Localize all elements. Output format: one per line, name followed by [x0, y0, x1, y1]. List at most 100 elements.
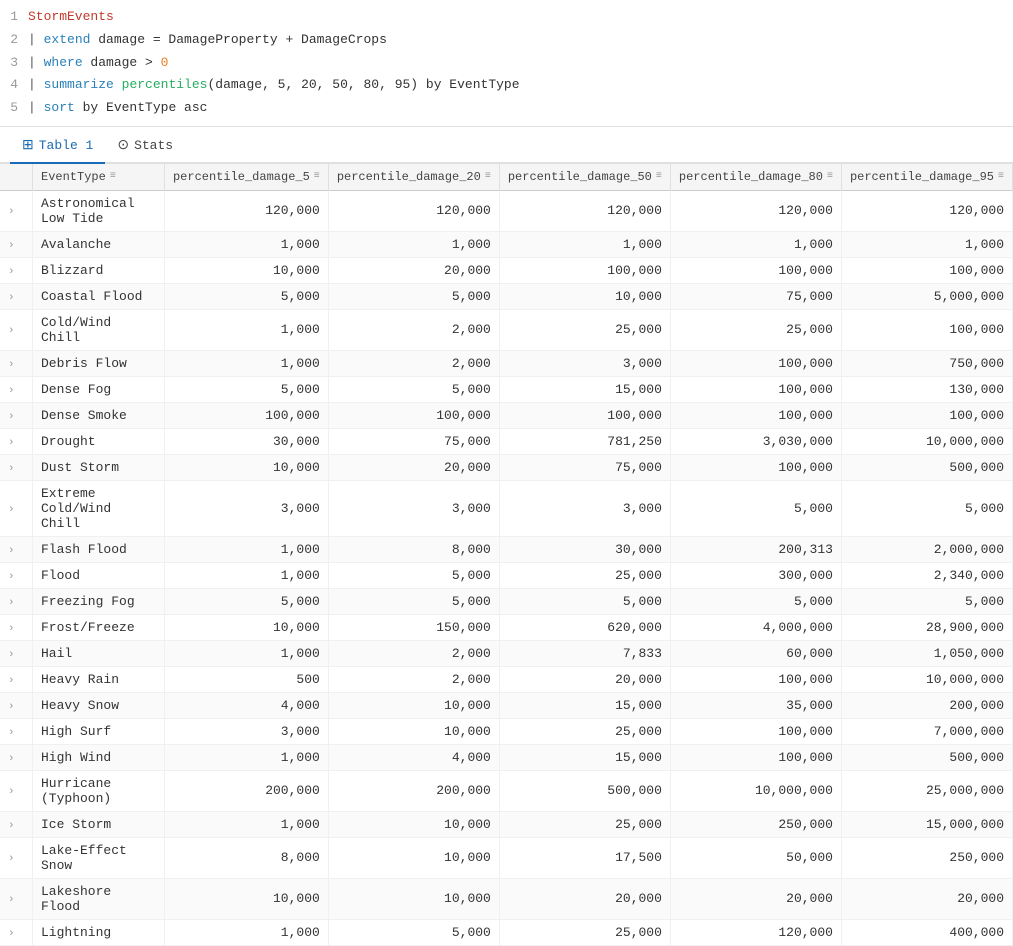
cell-numeric-0: 10,000	[164, 614, 328, 640]
table-row[interactable]: ›Dust Storm10,00020,00075,000100,000500,…	[0, 454, 1013, 480]
sort-icon: ≡	[998, 171, 1004, 182]
code-token: by EventType asc	[75, 100, 208, 115]
table-row[interactable]: ›Lakeshore Flood10,00010,00020,00020,000…	[0, 878, 1013, 919]
table-row[interactable]: ›Lightning1,0005,00025,000120,000400,000	[0, 919, 1013, 945]
row-expand[interactable]: ›	[0, 231, 33, 257]
table-row[interactable]: ›High Surf3,00010,00025,000100,0007,000,…	[0, 718, 1013, 744]
row-expand[interactable]: ›	[0, 692, 33, 718]
code-token: (damage, 5, 20, 50, 80, 95) by EventType	[207, 77, 519, 92]
col-header-percentile_damage_50[interactable]: percentile_damage_50≡	[499, 164, 670, 191]
row-expand[interactable]: ›	[0, 428, 33, 454]
table-row[interactable]: ›High Wind1,0004,00015,000100,000500,000	[0, 744, 1013, 770]
table-row[interactable]: ›Freezing Fog5,0005,0005,0005,0005,000	[0, 588, 1013, 614]
code-token: 0	[161, 55, 169, 70]
cell-numeric-2: 15,000	[499, 744, 670, 770]
row-expand[interactable]: ›	[0, 878, 33, 919]
table-row[interactable]: ›Heavy Snow4,00010,00015,00035,000200,00…	[0, 692, 1013, 718]
cell-numeric-1: 2,000	[328, 666, 499, 692]
cell-numeric-1: 150,000	[328, 614, 499, 640]
table-row[interactable]: ›Avalanche1,0001,0001,0001,0001,000	[0, 231, 1013, 257]
cell-numeric-0: 1,000	[164, 309, 328, 350]
table-row[interactable]: ›Drought30,00075,000781,2503,030,00010,0…	[0, 428, 1013, 454]
expand-icon: ›	[8, 623, 19, 635]
row-expand[interactable]: ›	[0, 562, 33, 588]
row-expand[interactable]: ›	[0, 454, 33, 480]
table-row[interactable]: ›Flood1,0005,00025,000300,0002,340,000	[0, 562, 1013, 588]
row-expand[interactable]: ›	[0, 919, 33, 945]
row-expand[interactable]: ›	[0, 614, 33, 640]
row-expand[interactable]: ›	[0, 402, 33, 428]
row-expand[interactable]: ›	[0, 480, 33, 536]
cell-numeric-0: 10,000	[164, 257, 328, 283]
row-expand[interactable]: ›	[0, 666, 33, 692]
expand-icon: ›	[8, 292, 19, 304]
table-row[interactable]: ›Frost/Freeze10,000150,000620,0004,000,0…	[0, 614, 1013, 640]
table-row[interactable]: ›Ice Storm1,00010,00025,000250,00015,000…	[0, 811, 1013, 837]
table-row[interactable]: ›Coastal Flood5,0005,00010,00075,0005,00…	[0, 283, 1013, 309]
row-expand[interactable]: ›	[0, 640, 33, 666]
row-expand[interactable]: ›	[0, 350, 33, 376]
col-header-EventType[interactable]: EventType≡	[33, 164, 165, 191]
row-expand[interactable]: ›	[0, 283, 33, 309]
col-header-percentile_damage_5[interactable]: percentile_damage_5≡	[164, 164, 328, 191]
table-container[interactable]: EventType≡percentile_damage_5≡percentile…	[0, 164, 1013, 946]
code-token: |	[28, 77, 44, 92]
cell-numeric-2: 25,000	[499, 562, 670, 588]
line-number: 4	[0, 75, 28, 96]
cell-event-type: Flood	[33, 562, 165, 588]
table-row[interactable]: ›Blizzard10,00020,000100,000100,000100,0…	[0, 257, 1013, 283]
col-header-percentile_damage_20[interactable]: percentile_damage_20≡	[328, 164, 499, 191]
line-number: 5	[0, 98, 28, 119]
row-expand[interactable]: ›	[0, 811, 33, 837]
cell-numeric-1: 4,000	[328, 744, 499, 770]
cell-numeric-4: 5,000	[841, 480, 1012, 536]
code-token: StormEvents	[28, 9, 114, 24]
row-expand[interactable]: ›	[0, 376, 33, 402]
cell-numeric-0: 4,000	[164, 692, 328, 718]
event-type-value: Blizzard	[41, 263, 103, 278]
cell-event-type: Lake-Effect Snow	[33, 837, 165, 878]
table-row[interactable]: ›Debris Flow1,0002,0003,000100,000750,00…	[0, 350, 1013, 376]
row-expand[interactable]: ›	[0, 190, 33, 231]
cell-event-type: Ice Storm	[33, 811, 165, 837]
cell-numeric-3: 10,000,000	[670, 770, 841, 811]
col-header-percentile_damage_80[interactable]: percentile_damage_80≡	[670, 164, 841, 191]
row-expand[interactable]: ›	[0, 770, 33, 811]
expand-icon: ›	[8, 571, 19, 583]
cell-numeric-2: 25,000	[499, 811, 670, 837]
row-expand[interactable]: ›	[0, 309, 33, 350]
cell-numeric-2: 3,000	[499, 480, 670, 536]
row-expand[interactable]: ›	[0, 744, 33, 770]
tab-stats[interactable]: ⊙Stats	[105, 131, 185, 164]
event-type-value: Hurricane (Typhoon)	[41, 776, 156, 806]
row-expand[interactable]: ›	[0, 536, 33, 562]
cell-numeric-4: 100,000	[841, 309, 1012, 350]
tab-icon-stats: ⊙	[117, 137, 129, 154]
table-row[interactable]: ›Cold/Wind Chill1,0002,00025,00025,00010…	[0, 309, 1013, 350]
table-row[interactable]: ›Hurricane (Typhoon)200,000200,000500,00…	[0, 770, 1013, 811]
row-expand[interactable]: ›	[0, 257, 33, 283]
table-row[interactable]: ›Hail1,0002,0007,83360,0001,050,000	[0, 640, 1013, 666]
cell-numeric-4: 100,000	[841, 257, 1012, 283]
table-row[interactable]: ›Astronomical Low Tide120,000120,000120,…	[0, 190, 1013, 231]
cell-event-type: Hurricane (Typhoon)	[33, 770, 165, 811]
tab-icon-table1: ⊞	[22, 137, 34, 154]
table-row[interactable]: ›Flash Flood1,0008,00030,000200,3132,000…	[0, 536, 1013, 562]
cell-numeric-3: 100,000	[670, 257, 841, 283]
col-header-percentile_damage_95[interactable]: percentile_damage_95≡	[841, 164, 1012, 191]
event-type-value: Heavy Rain	[41, 672, 119, 687]
row-expand[interactable]: ›	[0, 837, 33, 878]
table-row[interactable]: ›Dense Fog5,0005,00015,000100,000130,000	[0, 376, 1013, 402]
expand-icon: ›	[8, 411, 19, 423]
tab-table1[interactable]: ⊞Table 1	[10, 131, 105, 164]
table-row[interactable]: ›Heavy Rain5002,00020,000100,00010,000,0…	[0, 666, 1013, 692]
cell-numeric-4: 400,000	[841, 919, 1012, 945]
table-row[interactable]: ›Extreme Cold/Wind Chill3,0003,0003,0005…	[0, 480, 1013, 536]
row-expand[interactable]: ›	[0, 588, 33, 614]
event-type-value: Debris Flow	[41, 356, 127, 371]
table-row[interactable]: ›Dense Smoke100,000100,000100,000100,000…	[0, 402, 1013, 428]
col-label: percentile_damage_20	[337, 170, 481, 184]
table-row[interactable]: ›Lake-Effect Snow8,00010,00017,50050,000…	[0, 837, 1013, 878]
cell-numeric-0: 1,000	[164, 350, 328, 376]
row-expand[interactable]: ›	[0, 718, 33, 744]
